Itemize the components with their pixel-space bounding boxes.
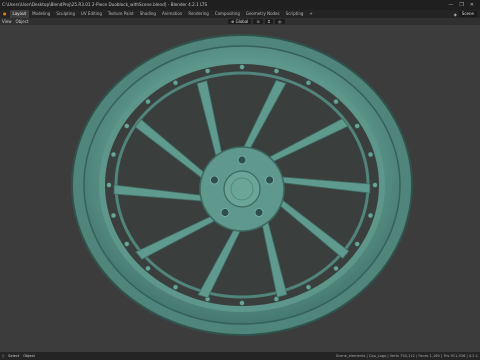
tab-uv-editing[interactable]: UV Editing [78,10,105,18]
lug-nut-hole [220,208,230,217]
tab-animation[interactable]: Animation [159,10,185,18]
rim-bolt [333,98,339,105]
rim-bolt [106,182,112,188]
status-object: Object [23,354,35,358]
rim-bolt [333,265,339,272]
tab-geometry-nodes[interactable]: Geometry Nodes [243,10,283,18]
maximize-button[interactable]: ❐ [459,0,463,10]
scene-selector: ◈ Scene [454,11,480,17]
status-select: Select [8,354,20,358]
rim-bolt [172,80,179,86]
rim-bolt [204,68,211,74]
menu-object[interactable]: Object [16,19,29,24]
wheel-render [71,34,413,336]
transform-orientation-label: Global [235,19,249,24]
rim-bolt [145,265,151,272]
window-controls: — ❐ ✕ [448,0,480,10]
scene-icon: ◈ [453,11,457,17]
viewport-header-tools: ⊕ Global ⊙ ⌗ ◎ [228,18,285,25]
rim-bolt [367,212,374,219]
rim-bolt [239,64,245,70]
close-button[interactable]: ✕ [470,0,474,10]
3d-viewport[interactable] [0,25,480,352]
snap-icon[interactable]: ⌗ [264,19,274,24]
lug-nut-hole [209,175,219,185]
rim-bolt [110,151,117,158]
tab-rendering[interactable]: Rendering [185,10,211,18]
tab-sculpting[interactable]: Sculpting [53,10,78,18]
rim-bolt [367,151,374,158]
rim-bolt [372,182,378,188]
rim-bolt [239,300,245,306]
scene-name-field[interactable]: Scene [458,11,477,17]
tab-modeling[interactable]: Modeling [29,10,53,18]
proportional-edit-icon[interactable]: ◎ [275,19,285,24]
tab-shading[interactable]: Shading [137,10,159,18]
rim-bolt [145,98,151,105]
title-bar: C:\Users\User\Desktop\BlendProj\25.R3.01… [0,0,480,10]
transform-orientation-dropdown[interactable]: ⊕ Global [228,19,252,24]
tab-scripting[interactable]: Scripting [283,10,307,18]
rim-bolt [110,212,117,219]
lug-nut-hole [237,155,247,165]
rim-bolt [172,284,179,290]
minimize-button[interactable]: — [448,0,453,10]
center-cap [223,170,261,208]
blender-logo-icon[interactable]: ● [0,10,10,18]
rim-bolt [305,80,312,86]
rim-bolt [354,241,360,247]
add-workspace-button[interactable]: + [306,10,315,18]
window-title: C:\Users\User\Desktop\BlendProj\25.R3.01… [2,2,208,7]
workspace-bar: ● Layout Modeling Sculpting UV Editing T… [0,10,480,18]
rim-bolt [273,68,280,74]
lug-nut-hole [265,175,275,185]
status-bar: 🖱 Select Object Scene_elements | Cap_Log… [0,352,480,360]
rim-bolt [124,123,130,129]
pivot-icon[interactable]: ⊙ [253,19,263,24]
lug-nut-hole [254,208,264,217]
rim-bolt [124,241,130,247]
status-mouse-icon: 🖱 [2,354,5,358]
rim-bolt [305,284,312,290]
tab-texture-paint[interactable]: Texture Paint [105,10,137,18]
menu-view[interactable]: View [2,19,12,24]
rim-bolt [354,123,360,129]
scene-statistics: Scene_elements | Cap_Logo | Verts 750,11… [335,354,478,358]
tab-compositing[interactable]: Compositing [212,10,243,18]
tab-layout[interactable]: Layout [9,10,30,18]
